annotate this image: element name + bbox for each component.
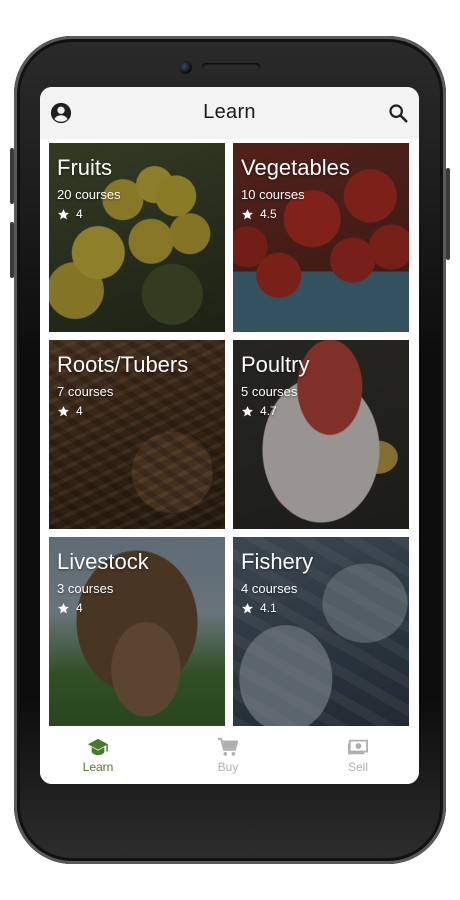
volume-up-button <box>10 148 14 204</box>
power-button <box>446 168 450 260</box>
course-count: 10 courses <box>241 187 305 202</box>
rating-row: 4.7 <box>241 403 277 419</box>
category-grid: Fruits 20 courses 4 Vegetables 10 course… <box>49 143 409 727</box>
rating-row: 4.5 <box>241 206 277 222</box>
nav-learn[interactable]: Learn <box>58 735 138 781</box>
category-title: Roots/Tubers <box>57 352 189 377</box>
category-title: Poultry <box>241 352 310 377</box>
nav-label: Buy <box>217 760 239 774</box>
star-icon <box>58 405 69 416</box>
rating-row: 4 <box>57 403 83 419</box>
rating-value: 4 <box>76 404 83 418</box>
category-title: Fruits <box>57 155 112 180</box>
app-bar: Learn <box>40 87 419 139</box>
nav-sell[interactable]: Sell <box>318 735 398 781</box>
category-title: Fishery <box>241 549 314 574</box>
category-card-poultry[interactable]: Poultry 5 courses 4.7 <box>233 340 409 529</box>
rating-row: 4.1 <box>241 600 277 616</box>
rating-value: 4.1 <box>260 601 277 615</box>
rating-row: 4 <box>57 600 83 616</box>
rating-row: 4 <box>57 206 83 222</box>
graduation-cap-icon <box>88 738 108 756</box>
bottom-navigation: Learn Buy Sell <box>40 731 419 784</box>
page-title: Learn <box>203 101 256 123</box>
category-card-fishery[interactable]: Fishery 4 courses 4.1 <box>233 537 409 726</box>
nav-buy[interactable]: Buy <box>188 735 268 781</box>
course-count: 3 courses <box>57 581 114 596</box>
rating-value: 4 <box>76 207 83 221</box>
volume-down-button <box>10 222 14 278</box>
nav-label: Sell <box>347 760 368 774</box>
category-title: Livestock <box>57 549 149 574</box>
rating-value: 4 <box>76 601 83 615</box>
nav-label: Learn <box>82 760 114 774</box>
star-icon <box>242 602 253 613</box>
star-icon <box>58 208 69 219</box>
rating-value: 4.5 <box>260 207 277 221</box>
front-camera <box>179 61 192 74</box>
category-card-roots-tubers[interactable]: Roots/Tubers 7 courses 4 <box>49 340 225 529</box>
category-card-fruits[interactable]: Fruits 20 courses 4 <box>49 143 225 332</box>
star-icon <box>242 405 253 416</box>
course-count: 20 courses <box>57 187 121 202</box>
course-count: 5 courses <box>241 384 298 399</box>
category-card-livestock[interactable]: Livestock 3 courses 4 <box>49 537 225 726</box>
earpiece-speaker <box>202 63 260 71</box>
shopping-cart-icon <box>218 737 239 756</box>
course-count: 7 courses <box>57 384 114 399</box>
course-count: 4 courses <box>241 581 298 596</box>
category-title: Vegetables <box>241 155 350 180</box>
category-card-vegetables[interactable]: Vegetables 10 courses 4.5 <box>233 143 409 332</box>
rating-value: 4.7 <box>260 404 277 418</box>
app-screen: Learn Fruits 20 courses 4 Vegetables 10 … <box>40 87 419 784</box>
star-icon <box>58 602 69 613</box>
money-icon <box>348 739 368 755</box>
star-icon <box>242 208 253 219</box>
search-icon[interactable] <box>387 102 409 124</box>
